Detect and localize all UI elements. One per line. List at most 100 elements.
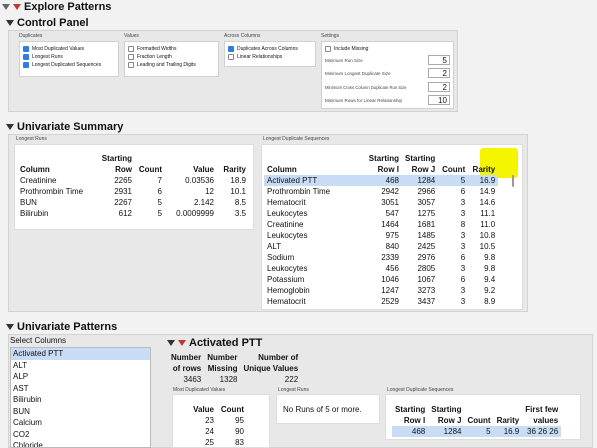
list-item[interactable]: BUN [11,406,150,418]
list-item[interactable]: Activated PTT [11,348,150,360]
option-longest-runs[interactable]: Longest Runs [23,53,115,61]
min-cross-column-label: Minimum Cross Column Duplicate Run Size [325,85,407,90]
list-item[interactable]: AST [11,383,150,395]
univariate-patterns-title: Univariate Patterns [17,321,118,333]
checkbox-icon[interactable] [128,53,134,60]
option-label: Leading and Trailing Digits [137,62,196,68]
univariate-summary-header[interactable]: Univariate Summary [6,121,123,133]
table-row[interactable]: Hematocrit 2529 3437 3 8.9 [264,296,498,307]
detail-stats-table: Number of rows Number Missing Number of Uni… [168,352,301,385]
option-linear-relationships[interactable]: Linear Relationships [228,53,312,61]
table-row[interactable]: 24 90 [187,426,247,437]
list-item[interactable]: Chloride [11,440,150,447]
min-rows-linear-label: Minimum Rows for Linear Relationship [325,98,403,103]
list-item[interactable]: Bilirubin [11,394,150,406]
longest-runs-label: Longest Runs [16,136,47,142]
list-item[interactable]: CO2 [11,429,150,441]
disclosure-icon[interactable] [167,340,175,347]
table-row-selected[interactable]: Activated PTT 468 1284 5 16.9 [264,175,499,186]
control-panel-body: Duplicates Most Duplicated Values Longes… [8,30,458,112]
table-row[interactable]: Leukocytes 456 2805 3 9.8 [264,263,498,274]
table-row[interactable]: Leukocytes 547 1275 3 11.1 [264,208,498,219]
disclosure-icon[interactable] [6,124,14,131]
table-row[interactable]: Creatinine 1464 1681 8 11.0 [264,219,498,230]
option-duplicates-across[interactable]: Duplicates Across Columns [228,45,312,53]
values-group-label: Values [124,33,139,39]
table-row[interactable]: Potassium 1046 1067 6 9.4 [264,274,498,285]
option-label: Longest Runs [32,54,63,60]
checkbox-checked-icon[interactable] [228,45,234,52]
table-row[interactable]: Leukocytes 975 1485 3 10.8 [264,230,498,241]
control-panel-header[interactable]: Control Panel [6,17,89,29]
table-row[interactable]: Prothrombin Time 2942 2966 6 14.9 [264,186,498,197]
checkbox-checked-icon[interactable] [23,61,29,68]
option-most-duplicated[interactable]: Most Duplicated Values [23,45,115,53]
across-columns-group-label: Across Columns [224,33,261,39]
col-header-count: Count [220,405,244,414]
option-label: Linear Relationships [237,54,283,60]
option-label: Formatted Widths [137,46,177,52]
min-cross-column-input[interactable]: 2 [428,82,450,92]
table-row[interactable]: Hemoglobin 1247 3273 3 9.2 [264,285,498,296]
option-formatted-widths[interactable]: Formatted Widths [128,45,215,53]
col-header-missing: Number Missing [207,353,238,373]
list-item[interactable]: Calcium [11,417,150,429]
detail-header[interactable]: Activated PTT [167,337,262,349]
most-duplicated-panel: Value Count 23 95 24 90 25 83 [172,394,270,448]
report-title-bar[interactable]: Explore Patterns [2,1,111,13]
col-header-count: Count [467,416,491,425]
checkbox-icon[interactable] [128,61,134,68]
table-row[interactable]: Bilirubin 612 5 0.0009999 3.5 [17,208,249,219]
col-header-column: Column [20,165,50,174]
list-item[interactable]: ALT [11,360,150,372]
duplicates-group-label: Duplicates [19,33,43,39]
table-row-selected[interactable]: 468 1284 5 16.9 36 26 26 [392,426,562,437]
table-row[interactable]: Hematocrit 3051 3057 3 14.6 [264,197,498,208]
disclosure-icon[interactable] [6,324,14,331]
min-rows-linear-input[interactable]: 10 [428,95,450,105]
detail-longest-runs-panel: No Runs of 5 or more. [276,394,380,424]
min-run-size-input[interactable]: 5 [428,55,450,65]
option-include-missing[interactable]: Include Missing [325,45,368,53]
table-row[interactable]: 25 83 [187,437,247,448]
red-triangle-menu-icon[interactable] [178,340,186,347]
table-row[interactable]: BUN 2267 5 2.142 8.5 [17,197,249,208]
column-list[interactable]: Activated PTT ALT ALP AST Bilirubin BUN … [10,347,151,448]
col-header-unique: Number of Unique Values [243,353,299,373]
col-header-rarity: Rarity [496,416,520,425]
option-fraction-length[interactable]: Fraction Length [128,53,215,61]
checkbox-icon[interactable] [325,45,331,52]
values-group: Formatted Widths Fraction Length Leading… [124,41,219,77]
col-header-count: Count [138,165,162,174]
table-row[interactable]: 23 95 [187,415,247,426]
option-leading-trailing[interactable]: Leading and Trailing Digits [128,61,215,69]
option-longest-sequences[interactable]: Longest Duplicated Sequences [23,61,115,69]
report-title: Explore Patterns [24,1,112,13]
table-row[interactable]: Sodium 2339 2976 6 9.8 [264,252,498,263]
detail-sequences-label: Longest Duplicate Sequences [387,387,454,393]
red-triangle-menu-icon[interactable] [13,4,21,11]
checkbox-checked-icon[interactable] [23,53,29,60]
disclosure-icon[interactable] [6,20,14,27]
disclosure-icon[interactable] [2,4,10,11]
checkbox-icon[interactable] [228,53,234,60]
checkbox-checked-icon[interactable] [23,45,29,52]
table-row[interactable]: Creatinine 2265 7 0.03536 18.9 [17,175,249,186]
most-duplicated-label: Most Duplicated Values [173,387,226,393]
univariate-summary-title: Univariate Summary [17,121,124,133]
checkbox-icon[interactable] [128,45,134,52]
longest-sequences-panel: Column Starting Row I Starting Row J Count… [261,144,523,310]
scrollbar[interactable] [512,175,514,187]
table-row[interactable]: ALT 840 2425 3 10.5 [264,241,498,252]
longest-runs-panel: Column Starting Row Count Value Rarity Cr… [14,144,254,230]
longest-runs-table: Column Starting Row Count Value Rarity Cr… [17,153,249,219]
table-row[interactable]: Prothrombin Time 2931 6 12 10.1 [17,186,249,197]
table-row[interactable]: 3463 1328 222 [168,374,301,385]
list-item[interactable]: ALP [11,371,150,383]
detail-longest-runs-label: Longest Runs [278,387,309,393]
min-longest-dup-label: Minimum Longest Duplicate Size [325,71,391,76]
univariate-patterns-header[interactable]: Univariate Patterns [6,321,117,333]
detail-sequences-panel: Starting Row I Starting Row J Count Rarity… [385,394,581,440]
min-longest-dup-input[interactable]: 2 [428,68,450,78]
option-label: Duplicates Across Columns [237,46,298,52]
